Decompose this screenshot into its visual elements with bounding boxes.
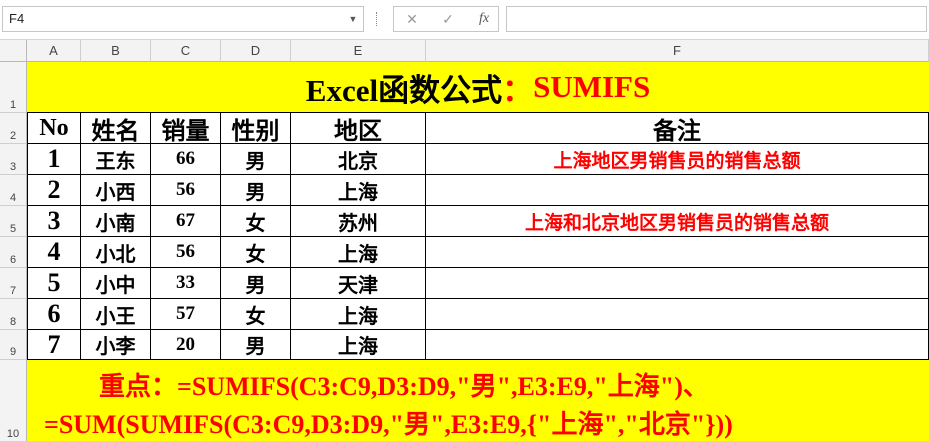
cancel-icon[interactable]: ✕ [398,7,426,31]
column-header-b[interactable]: B [81,40,151,62]
cell-sales[interactable]: 56 [151,175,221,206]
key-formula-cell[interactable]: 重点：=SUMIFS(C3:C9,D3:D9,"男",E3:E9,"上海")、 … [27,360,929,441]
cell-region[interactable]: 苏州 [291,206,426,237]
enter-icon[interactable]: ✓ [434,7,462,31]
cell-sales[interactable]: 67 [151,206,221,237]
sheet-title-colon: ： [502,72,534,108]
row-header-4[interactable]: 4 [0,175,27,206]
row-header-10[interactable]: 10 [0,360,27,441]
name-box[interactable]: F4 [2,6,364,32]
cell-no[interactable]: 1 [27,144,81,175]
column-header-f[interactable]: F [426,40,929,62]
cell-name[interactable]: 小南 [81,206,151,237]
chevron-down-icon[interactable]: ▼ [344,8,362,30]
cell-gender[interactable]: 女 [221,299,291,330]
row-header-3[interactable]: 3 [0,144,27,175]
row-header-1[interactable]: 1 [0,62,27,113]
formula-bar: F4 ▼ ✕ ✓ fx [0,0,929,40]
cell-note[interactable] [426,175,929,206]
cell-sales[interactable]: 57 [151,299,221,330]
formula-line-2: =SUM(SUMIFS(C3:C9,D3:D9,"男",E3:E9,{"上海",… [44,410,733,439]
cell-no[interactable]: 3 [27,206,81,237]
header-cell-no[interactable]: No [27,113,81,144]
sheet-title-function: SUMIFS [533,69,651,104]
formula-input[interactable] [506,6,927,32]
formula-line-1: =SUMIFS(C3:C9,D3:D9,"男",E3:E9,"上海")、 [177,372,709,401]
cell-gender[interactable]: 女 [221,206,291,237]
cell-sales[interactable]: 66 [151,144,221,175]
row-header-9[interactable]: 9 [0,330,27,360]
column-header-a[interactable]: A [27,40,81,62]
cell-name[interactable]: 小中 [81,268,151,299]
row-header-5[interactable]: 5 [0,206,27,237]
column-header-e[interactable]: E [291,40,426,62]
cell-region[interactable]: 上海 [291,237,426,268]
cell-note[interactable] [426,237,929,268]
cell-name[interactable]: 小李 [81,330,151,360]
cell-note[interactable] [426,330,929,360]
row-header-6[interactable]: 6 [0,237,27,268]
cell-note[interactable] [426,268,929,299]
cell-name[interactable]: 王东 [81,144,151,175]
cell-gender[interactable]: 男 [221,268,291,299]
cell-gender[interactable]: 男 [221,175,291,206]
insert-function-icon[interactable]: fx [470,7,498,31]
header-cell-sales[interactable]: 销量 [151,113,221,145]
cell-name[interactable]: 小王 [81,299,151,330]
cell-sales[interactable]: 33 [151,268,221,299]
cell-name[interactable]: 小北 [81,237,151,268]
select-all-corner[interactable] [0,40,27,62]
formula-controls: ✕ ✓ fx [393,6,499,32]
cell-note[interactable] [426,299,929,330]
cell-gender[interactable]: 男 [221,330,291,360]
cell-gender[interactable]: 男 [221,144,291,175]
header-cell-name[interactable]: 姓名 [81,113,151,145]
cell-no[interactable]: 6 [27,299,81,330]
row-header-8[interactable]: 8 [0,299,27,330]
row-header-2[interactable]: 2 [0,113,27,144]
cell-note[interactable]: 上海和北京地区男销售员的销售总额 [426,206,929,237]
cell-region[interactable]: 上海 [291,299,426,330]
column-header-d[interactable]: D [221,40,291,62]
header-cell-gender[interactable]: 性别 [221,113,291,145]
cell-region[interactable]: 上海 [291,175,426,206]
cell-no[interactable]: 5 [27,268,81,299]
header-cell-region[interactable]: 地区 [291,113,426,145]
cell-region[interactable]: 上海 [291,330,426,360]
cell-region[interactable]: 北京 [291,144,426,175]
key-label: 重点： [99,372,178,401]
cell-no[interactable]: 4 [27,237,81,268]
cell-no[interactable]: 7 [27,330,81,360]
row-header-7[interactable]: 7 [0,268,27,299]
splitter-grip-icon[interactable] [376,12,379,26]
sheet-title-cell[interactable]: Excel函数公式： SUMIFS [27,62,929,113]
sheet-title-text: Excel函数公式 [305,72,503,108]
cell-sales[interactable]: 56 [151,237,221,268]
cell-note[interactable]: 上海地区男销售员的销售总额 [426,144,929,175]
cell-name[interactable]: 小西 [81,175,151,206]
cell-gender[interactable]: 女 [221,237,291,268]
column-header-c[interactable]: C [151,40,221,62]
header-cell-note[interactable]: 备注 [426,113,929,145]
cell-sales[interactable]: 20 [151,330,221,360]
cell-no[interactable]: 2 [27,175,81,206]
cell-region[interactable]: 天津 [291,268,426,299]
